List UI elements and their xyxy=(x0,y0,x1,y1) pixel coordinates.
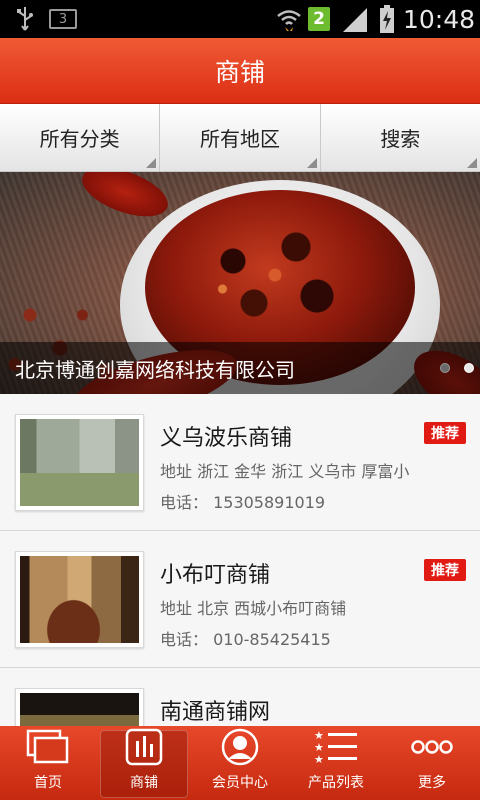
dropdown-corner-icon xyxy=(466,158,477,168)
member-icon xyxy=(220,726,260,768)
nav-item-member[interactable]: 会员中心 xyxy=(192,726,288,800)
shop-phone: 电话： 15305891019 xyxy=(160,493,326,512)
dropdown-corner-icon xyxy=(306,158,317,168)
recommend-badge: 推荐 xyxy=(424,559,466,581)
filter-tab-label: 所有分类 xyxy=(39,127,120,151)
list-item[interactable]: 小布叮商铺 推荐 地址 北京 西城小布叮商铺 电话： 010-85425415 xyxy=(0,531,480,668)
shop-address: 地址 浙江 金华 浙江 义乌市 厚富小 xyxy=(160,462,410,481)
shop-thumbnail xyxy=(15,414,144,511)
nav-item-products[interactable]: ★ ★ ★ 产品列表 xyxy=(288,726,384,800)
nav-label: 会员中心 xyxy=(212,775,268,791)
filter-tabs: 所有分类 所有地区 搜索 xyxy=(0,104,480,172)
filter-tab-label: 搜索 xyxy=(380,127,421,151)
home-icon xyxy=(26,726,70,768)
list-item[interactable]: 义乌波乐商铺 推荐 地址 浙江 金华 浙江 义乌市 厚富小 电话： 153058… xyxy=(0,394,480,531)
nav-item-home[interactable]: 首页 xyxy=(0,726,96,800)
shop-phone: 电话： 010-85425415 xyxy=(160,630,331,649)
product-list-icon: ★ ★ ★ xyxy=(313,726,359,768)
battery-charging-icon xyxy=(377,0,397,38)
page-title: 商铺 xyxy=(214,57,265,87)
nav-item-more[interactable]: 更多 xyxy=(384,726,480,800)
wifi-icon xyxy=(276,0,302,38)
building-image xyxy=(20,693,139,726)
filter-tab-label: 所有地区 xyxy=(199,127,280,151)
nav-label: 更多 xyxy=(418,775,446,791)
shop-thumbnail xyxy=(15,551,144,648)
shop-name: 小布叮商铺 xyxy=(160,563,271,588)
banner-caption: 北京博通创嘉网络科技有限公司 xyxy=(15,357,295,382)
banner-carousel[interactable]: 北京博通创嘉网络科技有限公司 xyxy=(0,172,480,394)
shop-icon xyxy=(124,726,164,768)
carousel-indicator xyxy=(440,363,480,373)
nav-label: 产品列表 xyxy=(308,775,364,791)
nav-label: 商铺 xyxy=(130,775,158,791)
shop-address: 地址 北京 西城小布叮商铺 xyxy=(160,599,347,618)
title-bar: 商铺 xyxy=(0,38,480,104)
list-item[interactable]: 南通商铺网 xyxy=(0,668,480,726)
notification-count: 3 xyxy=(49,9,77,29)
bottom-nav: 首页 商铺 会员中心 ★ ★ ★ 产品列表 更多 xyxy=(0,726,480,800)
dropdown-corner-icon xyxy=(146,158,157,168)
shop-name: 义乌波乐商铺 xyxy=(160,426,293,451)
banner-sauce-detail xyxy=(170,212,380,352)
more-icon xyxy=(410,726,454,768)
shop-thumbnail xyxy=(15,688,144,726)
status-bar: 3 2 10:48 xyxy=(0,0,480,38)
sim-badge: 2 xyxy=(307,0,331,38)
carousel-dot-active[interactable] xyxy=(464,363,474,373)
banner-caption-bar: 北京博通创嘉网络科技有限公司 xyxy=(0,342,480,394)
carousel-dot[interactable] xyxy=(440,363,450,373)
filter-tab-region[interactable]: 所有地区 xyxy=(160,104,321,171)
clock: 10:48 xyxy=(402,4,476,34)
usb-icon xyxy=(12,0,38,38)
nav-item-shop[interactable]: 商铺 xyxy=(96,726,192,800)
recommend-badge: 推荐 xyxy=(424,422,466,444)
nav-label: 首页 xyxy=(34,775,62,791)
lobby-image xyxy=(20,556,139,643)
filter-tab-search[interactable]: 搜索 xyxy=(321,104,480,171)
filter-tab-category[interactable]: 所有分类 xyxy=(0,104,161,171)
shop-list: 义乌波乐商铺 推荐 地址 浙江 金华 浙江 义乌市 厚富小 电话： 153058… xyxy=(0,394,480,726)
notification-count-icon: 3 xyxy=(48,0,78,38)
office-image xyxy=(20,419,139,506)
shop-name: 南通商铺网 xyxy=(160,700,271,725)
svg-text:★: ★ xyxy=(314,753,324,766)
signal-icon xyxy=(340,0,370,38)
